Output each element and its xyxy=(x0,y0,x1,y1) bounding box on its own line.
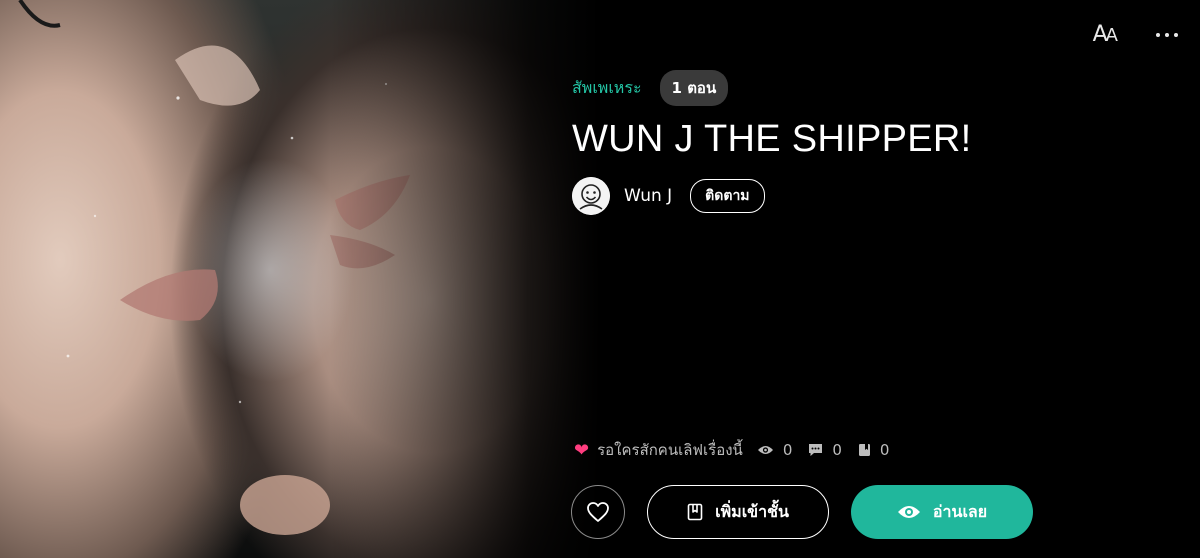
aa-font-size-icon: AA xyxy=(1092,22,1118,47)
episode-count-badge: 1 ตอน xyxy=(659,70,729,106)
heart-outline-icon xyxy=(587,502,609,522)
comments-count: 0 xyxy=(832,441,842,459)
heart-icon: ❤ xyxy=(574,439,590,461)
library-stat: 0 xyxy=(858,441,890,459)
add-to-library-button[interactable]: เพิ่มเข้าชั้น xyxy=(647,485,829,539)
read-now-label: อ่านเลย xyxy=(932,501,988,521)
love-status-text: รอใครสักคนเลิฟเรื่องนี้ xyxy=(597,441,743,459)
category-link[interactable]: สัพเพเหระ xyxy=(572,76,642,101)
book-icon xyxy=(687,503,703,521)
follow-button[interactable]: ติดตาม xyxy=(690,179,765,213)
comments-stat: 0 xyxy=(808,441,842,459)
cover-image xyxy=(0,0,600,558)
eye-icon xyxy=(897,506,920,518)
author-name[interactable]: Wun J xyxy=(624,186,672,206)
add-to-library-label: เพิ่มเข้าชั้น xyxy=(715,501,789,521)
story-info: สัพเพเหระ 1 ตอน WUN J THE SHIPPER! Wun J… xyxy=(572,70,972,215)
comment-icon xyxy=(809,444,823,456)
story-title: WUN J THE SHIPPER! xyxy=(572,118,972,160)
library-count: 0 xyxy=(879,441,890,459)
views-count: 0 xyxy=(782,441,793,459)
more-options-button[interactable] xyxy=(1156,29,1178,41)
eye-icon xyxy=(757,446,773,454)
story-stats: ❤ รอใครสักคนเลิฟเรื่องนี้ 0 0 0 xyxy=(574,438,905,462)
bookmark-icon xyxy=(858,444,870,456)
more-dots-icon xyxy=(1156,32,1160,37)
font-size-button[interactable]: AA xyxy=(1092,22,1118,47)
like-button[interactable] xyxy=(571,485,625,539)
author-avatar[interactable] xyxy=(572,177,610,215)
views-stat: 0 xyxy=(757,441,793,459)
read-now-button[interactable]: อ่านเลย xyxy=(851,485,1033,539)
